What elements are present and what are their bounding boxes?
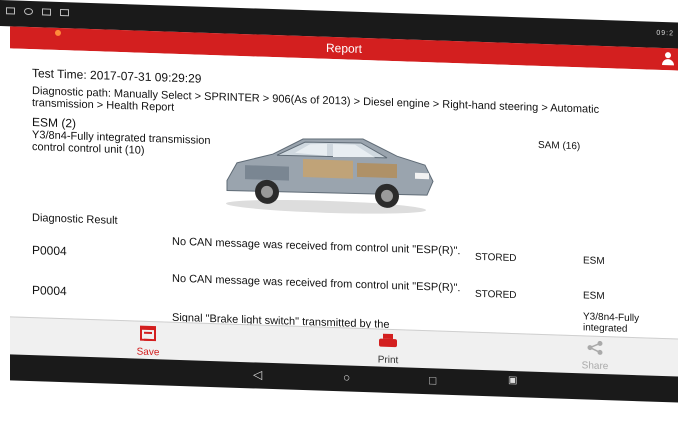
share-button[interactable]: Share [565, 340, 625, 373]
status-time: 09:2 [656, 29, 674, 38]
tablet-screen: 09:2 Report Test Time: 2017-07-31 09:29:… [0, 0, 678, 429]
play-icon [60, 8, 69, 17]
fault-unit: ESM [583, 255, 605, 268]
fault-status: STORED [475, 251, 517, 265]
user-icon[interactable] [662, 52, 674, 66]
report-content: Test Time: 2017-07-31 09:29:29 Diagnosti… [10, 48, 678, 339]
fault-message: No CAN message was received from control… [172, 235, 461, 258]
module-y3: Y3/8n4-Fully integrated transmission con… [32, 129, 211, 157]
fault-code: P0004 [32, 283, 67, 299]
recent-apps-icon[interactable]: □ [429, 373, 436, 387]
settings-icon [24, 7, 33, 16]
module-sam: SAM (16) [538, 139, 581, 153]
car-illustration [226, 138, 434, 214]
download-icon [42, 8, 51, 16]
fault-status: STORED [475, 288, 517, 302]
share-label: Share [581, 360, 609, 373]
test-time: Test Time: 2017-07-31 09:29:29 [32, 66, 202, 86]
printer-icon [379, 334, 397, 350]
back-icon[interactable]: ◁ [253, 367, 262, 381]
share-icon [587, 340, 603, 355]
print-label: Print [377, 354, 399, 367]
module-esm: ESM (2) [32, 115, 77, 131]
print-button[interactable]: Print [358, 333, 418, 367]
gallery-icon [6, 7, 15, 15]
diagnostic-result-heading: Diagnostic Result [32, 212, 118, 227]
screenshot-icon[interactable]: ▣ [508, 375, 517, 386]
save-button[interactable]: Save [118, 325, 178, 359]
fault-unit: ESM [583, 290, 605, 303]
save-label: Save [136, 346, 160, 359]
fault-code: P0004 [32, 243, 67, 259]
home-icon[interactable]: ○ [343, 370, 350, 384]
fault-message: No CAN message was received from control… [172, 272, 461, 295]
diagnostic-path: Diagnostic path: Manually Select > SPRIN… [32, 85, 600, 116]
calendar-save-icon [140, 325, 156, 342]
fault-unit-extra: Y3/8n4-Fully integrated [583, 311, 640, 335]
